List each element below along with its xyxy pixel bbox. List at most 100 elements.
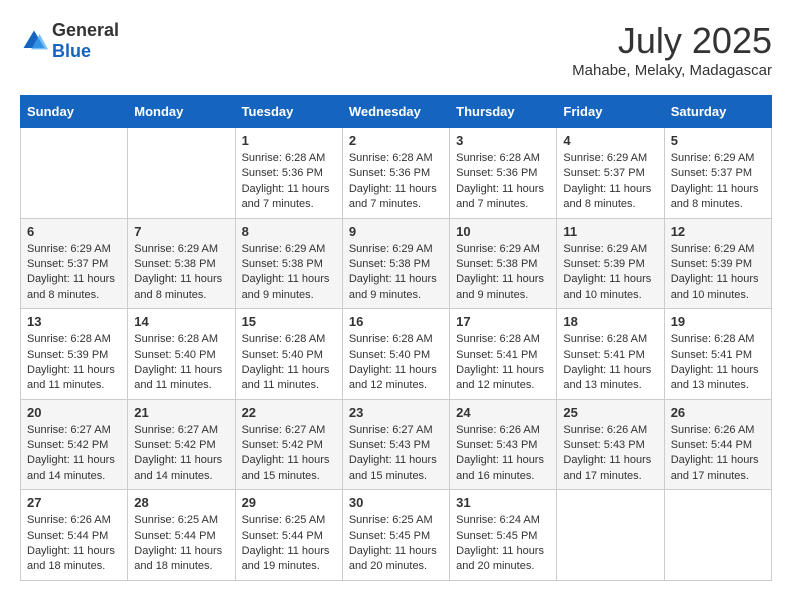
calendar-day-header: Saturday xyxy=(664,96,771,128)
logo-icon xyxy=(20,27,48,55)
day-number: 14 xyxy=(134,314,228,329)
day-info: Sunrise: 6:28 AM Sunset: 5:41 PM Dayligh… xyxy=(456,332,550,394)
day-number: 28 xyxy=(134,495,228,510)
calendar-cell: 14 Sunrise: 6:28 AM Sunset: 5:40 PM Dayli… xyxy=(128,309,235,400)
calendar-cell: 17 Sunrise: 6:28 AM Sunset: 5:41 PM Dayli… xyxy=(450,309,557,400)
calendar-cell xyxy=(557,490,664,581)
day-info: Sunrise: 6:28 AM Sunset: 5:36 PM Dayligh… xyxy=(456,151,550,213)
day-number: 30 xyxy=(349,495,443,510)
calendar-day-header: Thursday xyxy=(450,96,557,128)
day-number: 21 xyxy=(134,405,228,420)
day-number: 2 xyxy=(349,133,443,148)
day-number: 4 xyxy=(563,133,657,148)
day-info: Sunrise: 6:29 AM Sunset: 5:38 PM Dayligh… xyxy=(456,242,550,304)
location-subtitle: Mahabe, Melaky, Madagascar xyxy=(572,62,772,79)
day-info: Sunrise: 6:27 AM Sunset: 5:42 PM Dayligh… xyxy=(242,423,336,485)
calendar-body: 1 Sunrise: 6:28 AM Sunset: 5:36 PM Daylig… xyxy=(21,128,772,581)
calendar-day-header: Friday xyxy=(557,96,664,128)
calendar-cell: 20Sunrise: 6:27 AM Sunset: 5:42 PM Dayli… xyxy=(21,399,128,490)
calendar-cell: 27 Sunrise: 6:26 AM Sunset: 5:44 PM Dayli… xyxy=(21,490,128,581)
day-info: Sunrise: 6:27 AM Sunset: 5:42 PM Dayligh… xyxy=(134,423,228,485)
day-number: 5 xyxy=(671,133,765,148)
day-info: Sunrise: 6:29 AM Sunset: 5:39 PM Dayligh… xyxy=(671,242,765,304)
calendar-cell: 11 Sunrise: 6:29 AM Sunset: 5:39 PM Dayli… xyxy=(557,218,664,309)
day-info: Sunrise: 6:26 AM Sunset: 5:44 PM Dayligh… xyxy=(671,423,765,485)
calendar-cell: 26 Sunrise: 6:26 AM Sunset: 5:44 PM Dayli… xyxy=(664,399,771,490)
calendar-cell: 29Sunrise: 6:25 AM Sunset: 5:44 PM Dayli… xyxy=(235,490,342,581)
page-header: General Blue July 2025 Mahabe, Melaky, M… xyxy=(20,20,772,79)
day-info: Sunrise: 6:27 AM Sunset: 5:42 PM Dayligh… xyxy=(27,423,121,485)
calendar-cell: 8Sunrise: 6:29 AM Sunset: 5:38 PM Daylig… xyxy=(235,218,342,309)
calendar-cell: 24 Sunrise: 6:26 AM Sunset: 5:43 PM Dayli… xyxy=(450,399,557,490)
day-info: Sunrise: 6:29 AM Sunset: 5:38 PM Dayligh… xyxy=(134,242,228,304)
day-info: Sunrise: 6:28 AM Sunset: 5:40 PM Dayligh… xyxy=(134,332,228,394)
day-info: Sunrise: 6:28 AM Sunset: 5:39 PM Dayligh… xyxy=(27,332,121,394)
calendar-week-row: 13 Sunrise: 6:28 AM Sunset: 5:39 PM Dayli… xyxy=(21,309,772,400)
day-info: Sunrise: 6:29 AM Sunset: 5:38 PM Dayligh… xyxy=(242,242,336,304)
calendar-cell: 2 Sunrise: 6:28 AM Sunset: 5:36 PM Daylig… xyxy=(342,128,449,219)
calendar-header-row: SundayMondayTuesdayWednesdayThursdayFrid… xyxy=(21,96,772,128)
day-info: Sunrise: 6:28 AM Sunset: 5:36 PM Dayligh… xyxy=(349,151,443,213)
calendar-cell: 9Sunrise: 6:29 AM Sunset: 5:38 PM Daylig… xyxy=(342,218,449,309)
day-info: Sunrise: 6:29 AM Sunset: 5:37 PM Dayligh… xyxy=(671,151,765,213)
day-info: Sunrise: 6:29 AM Sunset: 5:39 PM Dayligh… xyxy=(563,242,657,304)
day-info: Sunrise: 6:26 AM Sunset: 5:43 PM Dayligh… xyxy=(456,423,550,485)
day-info: Sunrise: 6:25 AM Sunset: 5:44 PM Dayligh… xyxy=(242,513,336,575)
day-number: 26 xyxy=(671,405,765,420)
day-info: Sunrise: 6:29 AM Sunset: 5:38 PM Dayligh… xyxy=(349,242,443,304)
calendar-cell xyxy=(21,128,128,219)
day-number: 17 xyxy=(456,314,550,329)
calendar-cell: 18 Sunrise: 6:28 AM Sunset: 5:41 PM Dayli… xyxy=(557,309,664,400)
calendar-cell: 5 Sunrise: 6:29 AM Sunset: 5:37 PM Daylig… xyxy=(664,128,771,219)
calendar-cell: 12 Sunrise: 6:29 AM Sunset: 5:39 PM Dayli… xyxy=(664,218,771,309)
calendar-week-row: 27 Sunrise: 6:26 AM Sunset: 5:44 PM Dayli… xyxy=(21,490,772,581)
calendar-week-row: 20Sunrise: 6:27 AM Sunset: 5:42 PM Dayli… xyxy=(21,399,772,490)
calendar-week-row: 6 Sunrise: 6:29 AM Sunset: 5:37 PM Daylig… xyxy=(21,218,772,309)
logo: General Blue xyxy=(20,20,119,62)
calendar-cell: 31Sunrise: 6:24 AM Sunset: 5:45 PM Dayli… xyxy=(450,490,557,581)
calendar-cell: 28Sunrise: 6:25 AM Sunset: 5:44 PM Dayli… xyxy=(128,490,235,581)
calendar-table: SundayMondayTuesdayWednesdayThursdayFrid… xyxy=(20,95,772,581)
day-number: 24 xyxy=(456,405,550,420)
day-number: 6 xyxy=(27,224,121,239)
calendar-cell: 1 Sunrise: 6:28 AM Sunset: 5:36 PM Daylig… xyxy=(235,128,342,219)
title-section: July 2025 Mahabe, Melaky, Madagascar xyxy=(572,20,772,79)
day-info: Sunrise: 6:28 AM Sunset: 5:40 PM Dayligh… xyxy=(349,332,443,394)
day-info: Sunrise: 6:28 AM Sunset: 5:41 PM Dayligh… xyxy=(671,332,765,394)
calendar-cell: 13 Sunrise: 6:28 AM Sunset: 5:39 PM Dayli… xyxy=(21,309,128,400)
calendar-cell: 19 Sunrise: 6:28 AM Sunset: 5:41 PM Dayli… xyxy=(664,309,771,400)
day-number: 13 xyxy=(27,314,121,329)
day-number: 1 xyxy=(242,133,336,148)
day-info: Sunrise: 6:28 AM Sunset: 5:41 PM Dayligh… xyxy=(563,332,657,394)
day-info: Sunrise: 6:25 AM Sunset: 5:45 PM Dayligh… xyxy=(349,513,443,575)
day-number: 27 xyxy=(27,495,121,510)
calendar-cell: 4Sunrise: 6:29 AM Sunset: 5:37 PM Daylig… xyxy=(557,128,664,219)
day-info: Sunrise: 6:28 AM Sunset: 5:36 PM Dayligh… xyxy=(242,151,336,213)
day-number: 22 xyxy=(242,405,336,420)
month-title: July 2025 xyxy=(572,20,772,62)
day-info: Sunrise: 6:27 AM Sunset: 5:43 PM Dayligh… xyxy=(349,423,443,485)
calendar-day-header: Monday xyxy=(128,96,235,128)
day-info: Sunrise: 6:28 AM Sunset: 5:40 PM Dayligh… xyxy=(242,332,336,394)
calendar-cell: 21 Sunrise: 6:27 AM Sunset: 5:42 PM Dayli… xyxy=(128,399,235,490)
logo-text: General Blue xyxy=(52,20,119,62)
day-info: Sunrise: 6:29 AM Sunset: 5:37 PM Dayligh… xyxy=(27,242,121,304)
calendar-cell: 3Sunrise: 6:28 AM Sunset: 5:36 PM Daylig… xyxy=(450,128,557,219)
calendar-cell: 16 Sunrise: 6:28 AM Sunset: 5:40 PM Dayli… xyxy=(342,309,449,400)
day-number: 7 xyxy=(134,224,228,239)
calendar-cell: 23 Sunrise: 6:27 AM Sunset: 5:43 PM Dayli… xyxy=(342,399,449,490)
day-info: Sunrise: 6:26 AM Sunset: 5:44 PM Dayligh… xyxy=(27,513,121,575)
day-number: 18 xyxy=(563,314,657,329)
day-number: 19 xyxy=(671,314,765,329)
day-number: 23 xyxy=(349,405,443,420)
day-number: 11 xyxy=(563,224,657,239)
day-number: 31 xyxy=(456,495,550,510)
day-number: 15 xyxy=(242,314,336,329)
calendar-day-header: Sunday xyxy=(21,96,128,128)
day-number: 12 xyxy=(671,224,765,239)
calendar-cell: 30 Sunrise: 6:25 AM Sunset: 5:45 PM Dayli… xyxy=(342,490,449,581)
calendar-cell: 15 Sunrise: 6:28 AM Sunset: 5:40 PM Dayli… xyxy=(235,309,342,400)
day-number: 16 xyxy=(349,314,443,329)
calendar-cell: 25Sunrise: 6:26 AM Sunset: 5:43 PM Dayli… xyxy=(557,399,664,490)
calendar-cell: 6 Sunrise: 6:29 AM Sunset: 5:37 PM Daylig… xyxy=(21,218,128,309)
